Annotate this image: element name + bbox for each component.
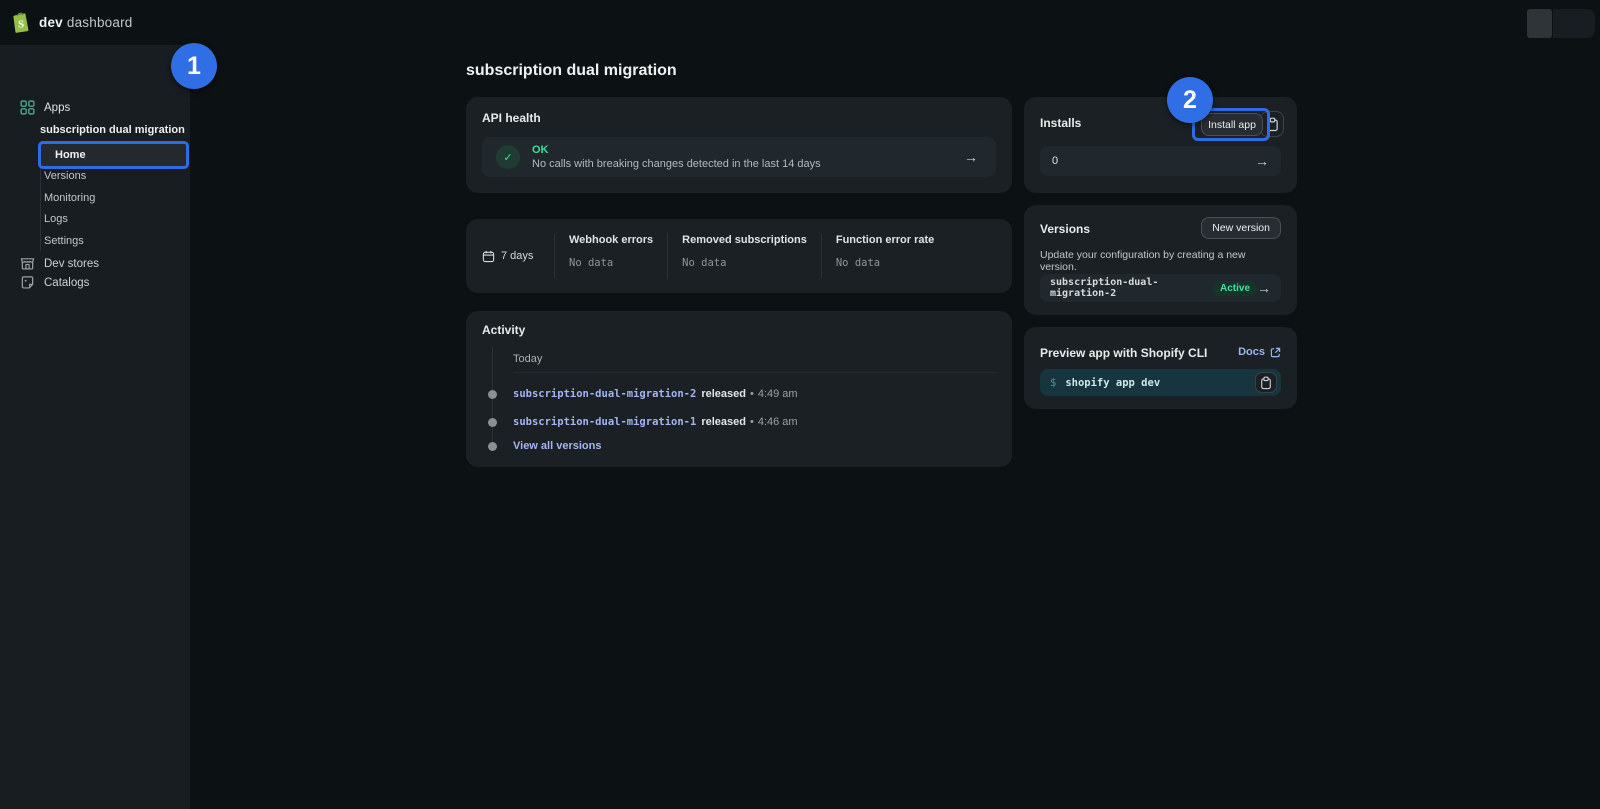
installs-count: 0 <box>1052 155 1058 167</box>
metric-label: Webhook errors <box>569 234 653 246</box>
activity-group-label: Today <box>513 353 542 365</box>
install-app-button[interactable]: Install app <box>1201 113 1263 136</box>
activity-entry: subscription-dual-migration-2 released •… <box>513 388 996 400</box>
brand-dashboard: dashboard <box>67 15 133 30</box>
api-health-status: OK <box>532 144 964 156</box>
cli-command-block: $ shopify app dev <box>1040 369 1281 396</box>
metrics-period-selector[interactable]: 7 days <box>482 219 554 293</box>
activity-entry: subscription-dual-migration-1 released •… <box>513 416 996 428</box>
sidebar-item-dev-stores[interactable]: Dev stores <box>20 256 99 271</box>
brand-dev: dev <box>39 15 63 30</box>
metric-webhook-errors: Webhook errors No data <box>555 219 667 293</box>
view-all-versions-link[interactable]: View all versions <box>513 440 601 452</box>
activity-title: Activity <box>482 323 525 337</box>
activity-separator: • <box>750 416 754 428</box>
brand-title: dev dashboard <box>39 15 132 30</box>
cli-prompt: $ <box>1050 377 1056 389</box>
copy-install-link-button[interactable] <box>1260 111 1284 137</box>
sidebar-item-catalogs[interactable]: Catalogs <box>20 275 89 290</box>
preview-cli-card: Preview app with Shopify CLI Docs $ shop… <box>1024 327 1297 409</box>
cli-command: shopify app dev <box>1065 377 1160 389</box>
timeline-dot <box>488 390 497 399</box>
calendar-icon <box>482 250 495 263</box>
metric-function-error-rate: Function error rate No data <box>822 219 948 293</box>
arrow-right-icon[interactable]: → <box>1257 280 1271 296</box>
installs-title: Installs <box>1040 116 1081 130</box>
versions-title: Versions <box>1040 222 1090 236</box>
installs-count-row[interactable]: 0 → <box>1040 146 1281 176</box>
api-health-status-row[interactable]: ✓ OK No calls with breaking changes dete… <box>482 137 996 177</box>
docs-link-label: Docs <box>1238 346 1265 358</box>
sidebar-app-name[interactable]: subscription dual migration <box>40 124 185 136</box>
metric-label: Removed subscriptions <box>682 234 807 246</box>
annotation-step-1: 1 <box>171 43 217 89</box>
metric-value: No data <box>682 257 807 269</box>
activity-separator: • <box>750 388 754 400</box>
dev-dashboard-page: S dev dashboard Apps subscription dual mi… <box>0 0 1600 809</box>
activity-card: Activity Today subscription-dual-migrati… <box>466 311 1012 467</box>
version-link[interactable]: subscription-dual-migration-2 <box>513 388 696 400</box>
activity-time: 4:49 am <box>758 388 798 400</box>
external-link-icon <box>1270 347 1281 358</box>
metric-label: Function error rate <box>836 234 934 246</box>
metric-value: No data <box>569 257 653 269</box>
divider <box>513 372 996 373</box>
topbar: S dev dashboard <box>0 0 1600 45</box>
sidebar-catalogs-label: Catalogs <box>44 277 89 289</box>
api-health-texts: OK No calls with breaking changes detect… <box>532 144 964 170</box>
timeline-dot <box>488 418 497 427</box>
api-health-message: No calls with breaking changes detected … <box>532 158 964 170</box>
sidebar-logs-label: Logs <box>44 213 68 225</box>
clipboard-icon <box>1260 376 1272 390</box>
catalog-icon <box>20 275 35 290</box>
activity-action: released <box>701 416 746 428</box>
clipboard-icon <box>1266 117 1279 132</box>
sidebar-home-label: Home <box>41 149 86 161</box>
storefront-icon <box>20 256 35 271</box>
check-icon: ✓ <box>496 145 520 169</box>
sidebar-item-monitoring[interactable]: Monitoring <box>44 187 184 208</box>
brand[interactable]: S dev dashboard <box>10 10 132 34</box>
preview-title: Preview app with Shopify CLI <box>1040 346 1207 360</box>
arrow-right-icon[interactable]: → <box>964 149 978 165</box>
page-title: subscription dual migration <box>466 62 677 80</box>
annotation-step-2: 2 <box>1167 77 1213 123</box>
timeline-dot <box>488 442 497 451</box>
docs-link[interactable]: Docs <box>1238 346 1281 358</box>
copy-command-button[interactable] <box>1255 372 1277 393</box>
arrow-right-icon[interactable]: → <box>1255 153 1269 169</box>
metrics-period-label: 7 days <box>501 250 533 262</box>
current-version-name: subscription-dual-migration-2 <box>1050 277 1205 299</box>
api-health-card: API health ✓ OK No calls with breaking c… <box>466 97 1012 193</box>
sidebar-dev-stores-label: Dev stores <box>44 258 99 270</box>
sidebar-item-versions[interactable]: Versions <box>44 165 184 186</box>
activity-time: 4:46 am <box>758 416 798 428</box>
metrics-card: 7 days Webhook errors No data Removed su… <box>466 219 1012 293</box>
sidebar-item-logs[interactable]: Logs <box>44 208 184 229</box>
sidebar: Apps subscription dual migration Home Ve… <box>0 45 190 809</box>
version-link[interactable]: subscription-dual-migration-1 <box>513 416 696 428</box>
topbar-action-placeholder[interactable] <box>1527 9 1552 38</box>
current-version-row[interactable]: subscription-dual-migration-2 Active → <box>1040 274 1281 302</box>
topbar-menu-placeholder[interactable] <box>1553 9 1595 38</box>
sidebar-versions-label: Versions <box>44 170 86 182</box>
sidebar-item-settings[interactable]: Settings <box>44 230 184 251</box>
metric-value: No data <box>836 257 934 269</box>
new-version-button[interactable]: New version <box>1201 217 1281 239</box>
sidebar-apps-label: Apps <box>44 102 70 114</box>
versions-card: Versions New version Update your configu… <box>1024 205 1297 315</box>
sidebar-monitoring-label: Monitoring <box>44 192 95 204</box>
api-health-title: API health <box>482 111 541 125</box>
active-status-badge: Active <box>1213 281 1257 296</box>
metric-removed-subscriptions: Removed subscriptions No data <box>668 219 821 293</box>
versions-description: Update your configuration by creating a … <box>1040 249 1283 273</box>
sidebar-settings-label: Settings <box>44 235 84 247</box>
activity-view-all-row: View all versions <box>513 440 996 452</box>
sidebar-item-apps[interactable]: Apps <box>20 100 70 115</box>
svg-text:S: S <box>18 19 24 31</box>
activity-action: released <box>701 388 746 400</box>
shopify-logo-icon: S <box>10 10 31 34</box>
installs-card: Installs Install app 0 → <box>1024 97 1297 193</box>
apps-grid-icon <box>20 100 35 115</box>
